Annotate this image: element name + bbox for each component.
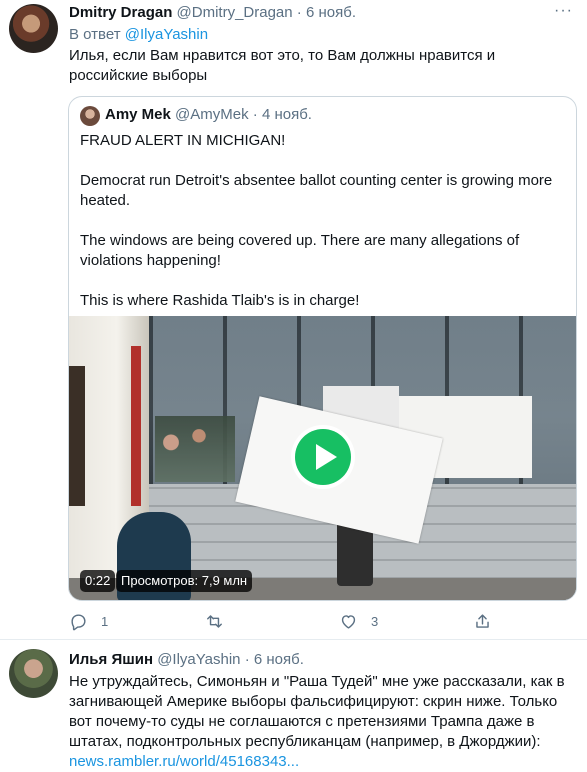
video-player[interactable]: 0:22 Просмотров: 7,9 млн [69,316,576,600]
author-handle[interactable]: @Dmitry_Dragan [177,4,293,21]
quoted-paragraph: FRAUD ALERT IN MICHIGAN! [80,132,286,149]
like-button[interactable]: 3 [339,607,378,635]
tweet-ilya-yashin[interactable]: Илья Яшин @IlyaYashin · 6 нояб. Не утруж… [0,641,587,772]
quoted-text: FRAUD ALERT IN MICHIGAN! Democrat run De… [80,131,565,331]
avatar[interactable] [9,4,58,53]
tweet-header: Илья Яшин @IlyaYashin · 6 нояб. [69,651,304,668]
more-icon[interactable]: ··· [554,2,573,20]
play-button[interactable] [291,425,355,489]
reply-count: 1 [101,613,109,629]
quoted-header: Amy Mek @AmyMek · 4 нояб. [105,106,312,123]
like-count: 3 [371,613,379,629]
author-handle[interactable]: @IlyaYashin [157,651,240,668]
tweet-text: Не утруждайтесь, Симоньян и "Раша Тудей"… [69,672,574,772]
tweet-actions: 1 3 [60,607,530,635]
reply-icon [71,613,86,630]
reply-to-prefix: В ответ [69,26,121,43]
video-views: Просмотров: 7,9 млн [116,570,253,592]
share-icon [476,613,489,628]
separator-dot: · [244,651,250,668]
quoted-author-name: Amy Mek [105,106,171,123]
quoted-avatar [80,106,100,126]
quoted-author-handle: @AmyMek [175,106,249,123]
video-frame-crowd [155,416,235,482]
news-link[interactable]: news.rambler.ru/world/45168343... [69,753,299,770]
retweet-icon [207,614,222,628]
separator-dot: · [252,106,258,123]
avatar[interactable] [9,649,58,698]
share-button[interactable] [473,607,505,635]
tweet-text: Илья, если Вам нравится вот это, то Вам … [69,47,496,84]
quoted-paragraph: This is where Rashida Tlaib's is in char… [80,292,360,309]
tweet-date[interactable]: 6 нояб. [306,4,356,21]
tweet-dmitry-dragan[interactable]: Dmitry Dragan @Dmitry_Dragan · 6 нояб. ·… [0,0,587,640]
video-frame-pillar [131,346,141,506]
reply-to-handle-link[interactable]: @IlyaYashin [125,26,208,43]
quoted-paragraph: Democrat run Detroit's absentee ballot c… [80,172,553,209]
play-icon [295,429,351,485]
quoted-tweet[interactable]: Amy Mek @AmyMek · 4 нояб. FRAUD ALERT IN… [68,96,577,601]
reply-to-line: В ответ @IlyaYashin [69,26,208,43]
retweet-button[interactable] [205,607,237,635]
author-name[interactable]: Илья Яшин [69,651,153,668]
author-name[interactable]: Dmitry Dragan [69,4,172,21]
video-frame-door [69,366,85,506]
heart-icon [341,614,356,629]
tweet-date[interactable]: 6 нояб. [254,651,304,668]
separator-dot: · [296,4,302,21]
video-duration: 0:22 [80,570,116,592]
tweet-text-body: Не утруждайтесь, Симоньян и "Раша Тудей"… [69,673,565,750]
quoted-date: 4 нояб. [261,106,312,123]
tweet-header: Dmitry Dragan @Dmitry_Dragan · 6 нояб. [69,4,356,21]
reply-button[interactable]: 1 [69,607,108,635]
quoted-paragraph: The windows are being covered up. There … [80,232,520,269]
